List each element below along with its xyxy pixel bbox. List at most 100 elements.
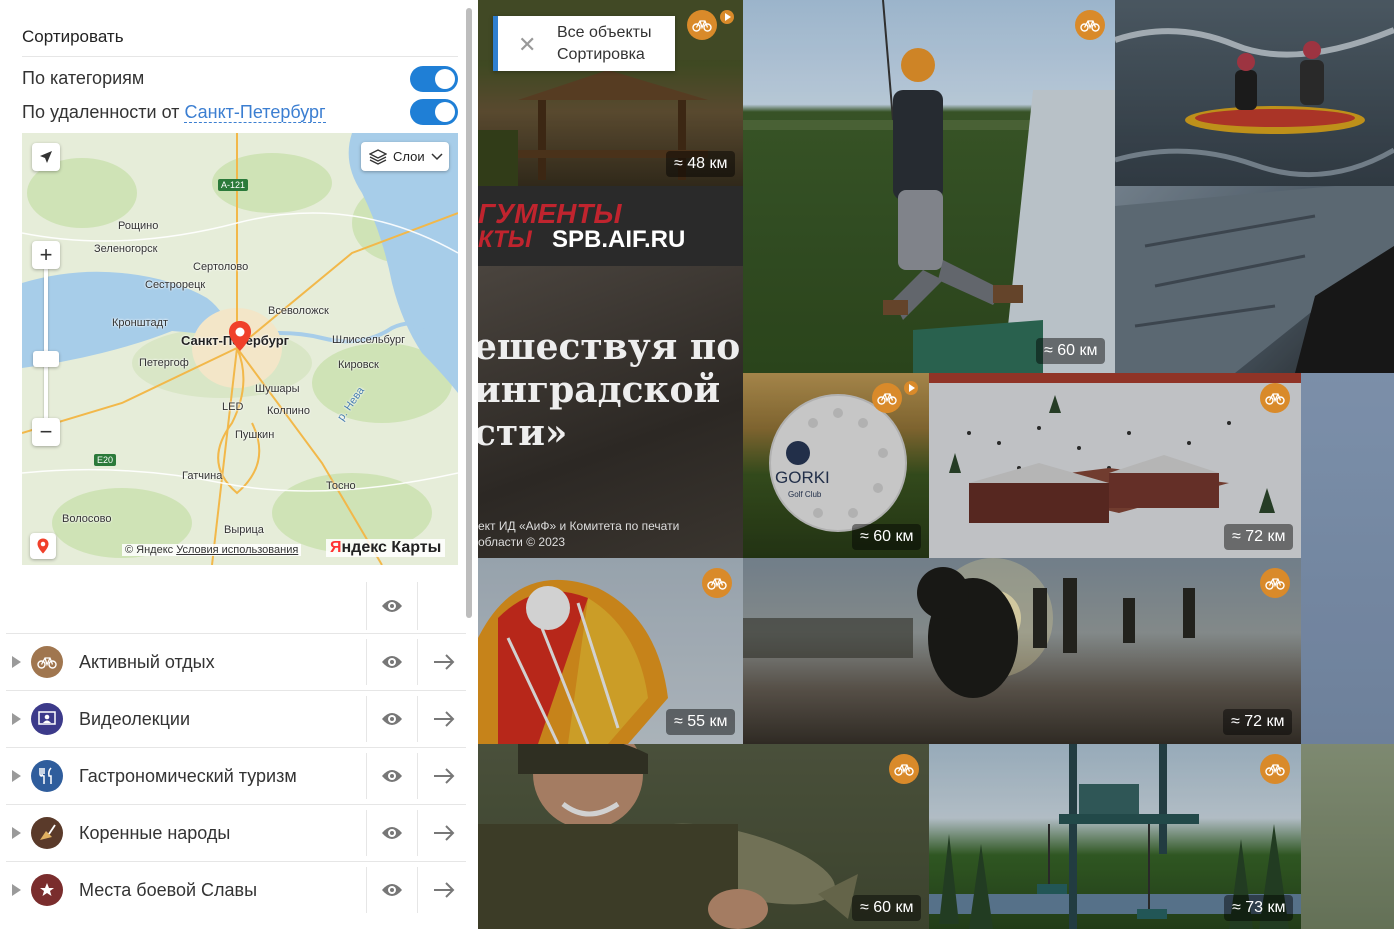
tile-shade [1115,186,1394,373]
city-link[interactable]: Санкт-Петербург [184,102,326,123]
ad-headline: ешествуя по инградской сти» [478,326,741,454]
map-label: Колпино [267,405,310,417]
category-label: Коренные народы [79,823,231,843]
zoom-out-button[interactable]: − [32,418,60,446]
zoom-slider-thumb[interactable] [33,351,59,367]
category-open-button[interactable] [422,810,466,856]
map-label: Вырица [224,524,264,536]
tile-distance: ≈ 60 км [852,895,922,921]
ad-banner-main[interactable]: ешествуя по инградской сти» ект ИД «АиФ»… [478,266,743,558]
ad-banner-top[interactable]: ГУМЕНТЫ КТЫ SPB.AIF.RU [478,186,743,266]
map-label: Волосово [62,513,112,525]
map-copyright: © Яндекс Условия использования [122,544,302,556]
sort-title: Сортировать [22,27,124,46]
map-label: Кронштадт [112,317,169,329]
category-open-button[interactable] [422,867,466,913]
location-pin-icon[interactable] [228,321,252,351]
expand-arrow-icon[interactable] [12,827,21,839]
map-label: Рощино [118,220,159,232]
tile-distance: ≈ 48 км [666,151,736,177]
arrow-right-icon [434,825,455,841]
video-lecture-icon [31,703,63,735]
tile-parachute[interactable]: ≈ 55 км [478,558,743,744]
category-row[interactable]: Активный отдых [6,633,466,690]
tile-sky[interactable] [1301,373,1394,744]
arrow-right-icon [434,711,455,727]
category-row[interactable]: Места боевой Славы [6,861,466,918]
bicycle-icon [872,383,902,413]
eye-icon [382,600,402,612]
expand-arrow-icon[interactable] [12,884,21,896]
expand-arrow-icon[interactable] [12,713,21,725]
map-label: Кировск [338,359,379,371]
category-open-button[interactable] [422,696,466,742]
page: ≈ 48 км ГУМЕНТЫ КТЫ SPB.AIF.RU ешествуя … [0,0,1394,929]
tile-zipline[interactable]: ≈ 60 км [743,0,1115,373]
yandex-logo-y: Я [330,539,342,556]
eye-icon [382,770,402,782]
sort-by-distance-label: По удаленности от [22,102,180,122]
category-row[interactable]: Гастрономический туризм [6,747,466,804]
terms-link[interactable]: Условия использования [176,544,298,556]
category-row[interactable]: Видеолекции [6,690,466,747]
chip-line-2: Сортировка [557,46,645,63]
category-visibility-toggle[interactable] [366,753,418,799]
road-badge: А-121 [218,179,249,191]
bicycle-icon [702,568,732,598]
sort-by-category-toggle[interactable] [410,66,458,92]
close-icon[interactable]: ✕ [518,32,536,58]
toggle-all-visibility[interactable] [366,582,418,630]
map-label: Всеволожск [268,305,329,317]
chip-line-1: Все объекты [557,24,652,41]
category-label: Гастрономический туризм [79,766,297,786]
tile-distance: ≈ 60 км [1036,338,1106,364]
ad-footer: ект ИД «АиФ» и Комитета по печати област… [478,519,680,549]
arrow-right-icon [434,654,455,670]
tile-distance: ≈ 60 км [852,524,922,550]
play-icon [904,381,918,395]
map-label: Гатчина [182,470,223,482]
panel-scrollbar[interactable] [466,8,472,618]
layers-button[interactable]: Слои [361,142,449,171]
category-open-button[interactable] [422,753,466,799]
eye-icon [382,827,402,839]
tile-wood[interactable] [1115,186,1394,373]
zoom-in-button[interactable]: + [32,241,60,269]
chevron-down-icon [431,152,443,160]
tile-shade [1301,744,1394,929]
expand-arrow-icon[interactable] [12,656,21,668]
pin-button[interactable] [30,533,56,559]
category-visibility-toggle[interactable] [366,696,418,742]
sort-by-distance-toggle[interactable] [410,99,458,125]
category-visibility-toggle[interactable] [366,639,418,685]
map-label: Шушары [255,383,300,395]
map-label: Сестрорецк [145,279,206,291]
geolocation-button[interactable] [32,143,60,171]
expand-arrow-icon[interactable] [12,770,21,782]
category-visibility-toggle[interactable] [366,810,418,856]
tile-ski[interactable]: ≈ 72 км [929,373,1301,558]
arrow-right-icon [434,882,455,898]
tile-fishing[interactable]: ≈ 60 км [478,744,929,929]
tile-partial[interactable] [1301,744,1394,929]
tile-chairlift[interactable]: ≈ 73 км [929,744,1301,929]
tile-distance: ≈ 73 км [1224,895,1294,921]
tile-golf[interactable]: GORKI Golf Club ≈ 60 км [743,373,929,558]
map-pin-icon [37,538,49,554]
layers-icon [369,148,387,165]
sort-by-distance-row: По удаленности от Санкт-Петербург [22,102,326,123]
tile-distance: ≈ 55 км [666,709,736,735]
category-open-button[interactable] [422,639,466,685]
eye-icon [382,656,402,668]
zoom-slider[interactable] [44,268,48,428]
bicycle-icon [1260,754,1290,784]
category-visibility-toggle[interactable] [366,867,418,913]
yandex-maps-logo[interactable]: Яндекс Карты [326,539,446,557]
map[interactable]: Рощино Зеленогорск Сертолово Сестрорецк … [22,133,458,565]
tile-sunset[interactable]: ≈ 72 км [743,558,1301,744]
map-label: Зеленогорск [94,243,158,255]
ad-site: SPB.AIF.RU [552,226,686,253]
active-filter-chip[interactable]: ✕ Все объекты Сортировка [493,16,675,71]
tile-rafting[interactable] [1115,0,1394,186]
category-row[interactable]: Коренные народы [6,804,466,861]
